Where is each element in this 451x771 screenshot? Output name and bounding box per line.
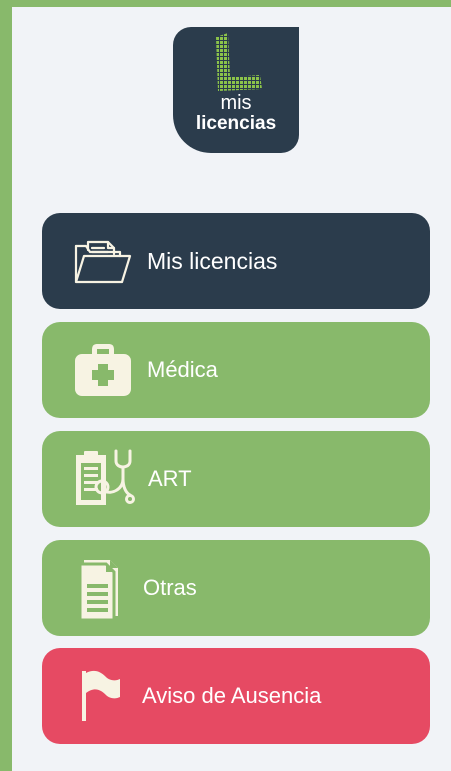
mis-licencias-label: Mis licencias — [147, 247, 278, 274]
logo-l-mark — [216, 33, 262, 91]
logo-text-licencias: licencias — [195, 113, 277, 134]
medica-button[interactable]: Médica — [42, 322, 430, 418]
otras-button[interactable]: Otras — [42, 540, 430, 636]
first-aid-kit-icon — [75, 344, 131, 396]
documents-icon — [78, 560, 118, 620]
art-button[interactable]: ART — [42, 431, 430, 527]
app-panel: mis licencias Mis licencias Médica ART O… — [12, 7, 451, 771]
aviso-de-ausencia-label: Aviso de Ausencia — [142, 683, 322, 708]
medica-label: Médica — [147, 357, 218, 382]
otras-label: Otras — [143, 575, 197, 600]
clipboard-stethoscope-icon — [76, 449, 135, 505]
aviso-de-ausencia-button[interactable]: Aviso de Ausencia — [42, 648, 430, 744]
folder-documents-icon — [74, 240, 132, 284]
flag-icon — [82, 670, 120, 721]
art-label: ART — [148, 466, 192, 491]
logo-text-mis: mis — [220, 92, 252, 114]
mis-licencias-button[interactable]: Mis licencias — [42, 213, 430, 309]
app-logo: mis licencias — [173, 27, 299, 153]
